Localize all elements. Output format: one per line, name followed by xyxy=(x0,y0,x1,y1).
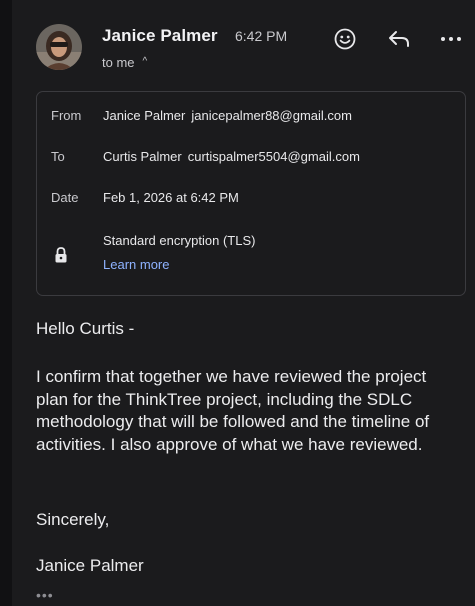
window-edge xyxy=(0,0,12,606)
sender-name: Janice Palmer xyxy=(102,26,218,45)
to-email[interactable]: curtispalmer5504@gmail.com xyxy=(188,149,360,164)
sender-avatar[interactable] xyxy=(36,24,82,70)
date-value: Feb 1, 2026 at 6:42 PM xyxy=(103,190,239,205)
recipient-toggle[interactable]: to me ^ xyxy=(102,55,147,70)
learn-more-link[interactable]: Learn more xyxy=(103,257,169,272)
from-label: From xyxy=(51,108,82,123)
recipient-summary: to me xyxy=(102,55,135,70)
show-trimmed-content-icon[interactable]: ••• xyxy=(36,588,54,602)
to-value: Curtis Palmer curtispalmer5504@gmail.com xyxy=(103,149,360,164)
email-message-view: Janice Palmer 6:42 PM to me ^ From Janic… xyxy=(12,0,475,606)
message-closing: Sincerely, xyxy=(36,510,110,529)
reply-icon[interactable] xyxy=(386,26,412,52)
smiley-icon[interactable] xyxy=(332,26,358,52)
encryption-status: Standard encryption (TLS) xyxy=(103,233,256,248)
message-details-card: From Janice Palmer janicepalmer88@gmail.c… xyxy=(36,91,466,296)
from-name: Janice Palmer xyxy=(103,108,186,123)
lock-icon xyxy=(53,246,69,264)
chevron-up-icon: ^ xyxy=(142,56,148,67)
message-signature: Janice Palmer xyxy=(36,556,144,575)
to-label: To xyxy=(51,149,65,164)
date-label: Date xyxy=(51,190,79,205)
more-icon[interactable] xyxy=(438,26,464,52)
message-greeting: Hello Curtis - xyxy=(36,319,135,338)
from-email[interactable]: janicepalmer88@gmail.com xyxy=(191,108,352,123)
sent-time: 6:42 PM xyxy=(235,28,288,44)
from-value: Janice Palmer janicepalmer88@gmail.com xyxy=(103,108,352,123)
to-name: Curtis Palmer xyxy=(103,149,182,164)
message-paragraph: I confirm that together we have reviewed… xyxy=(36,367,430,454)
